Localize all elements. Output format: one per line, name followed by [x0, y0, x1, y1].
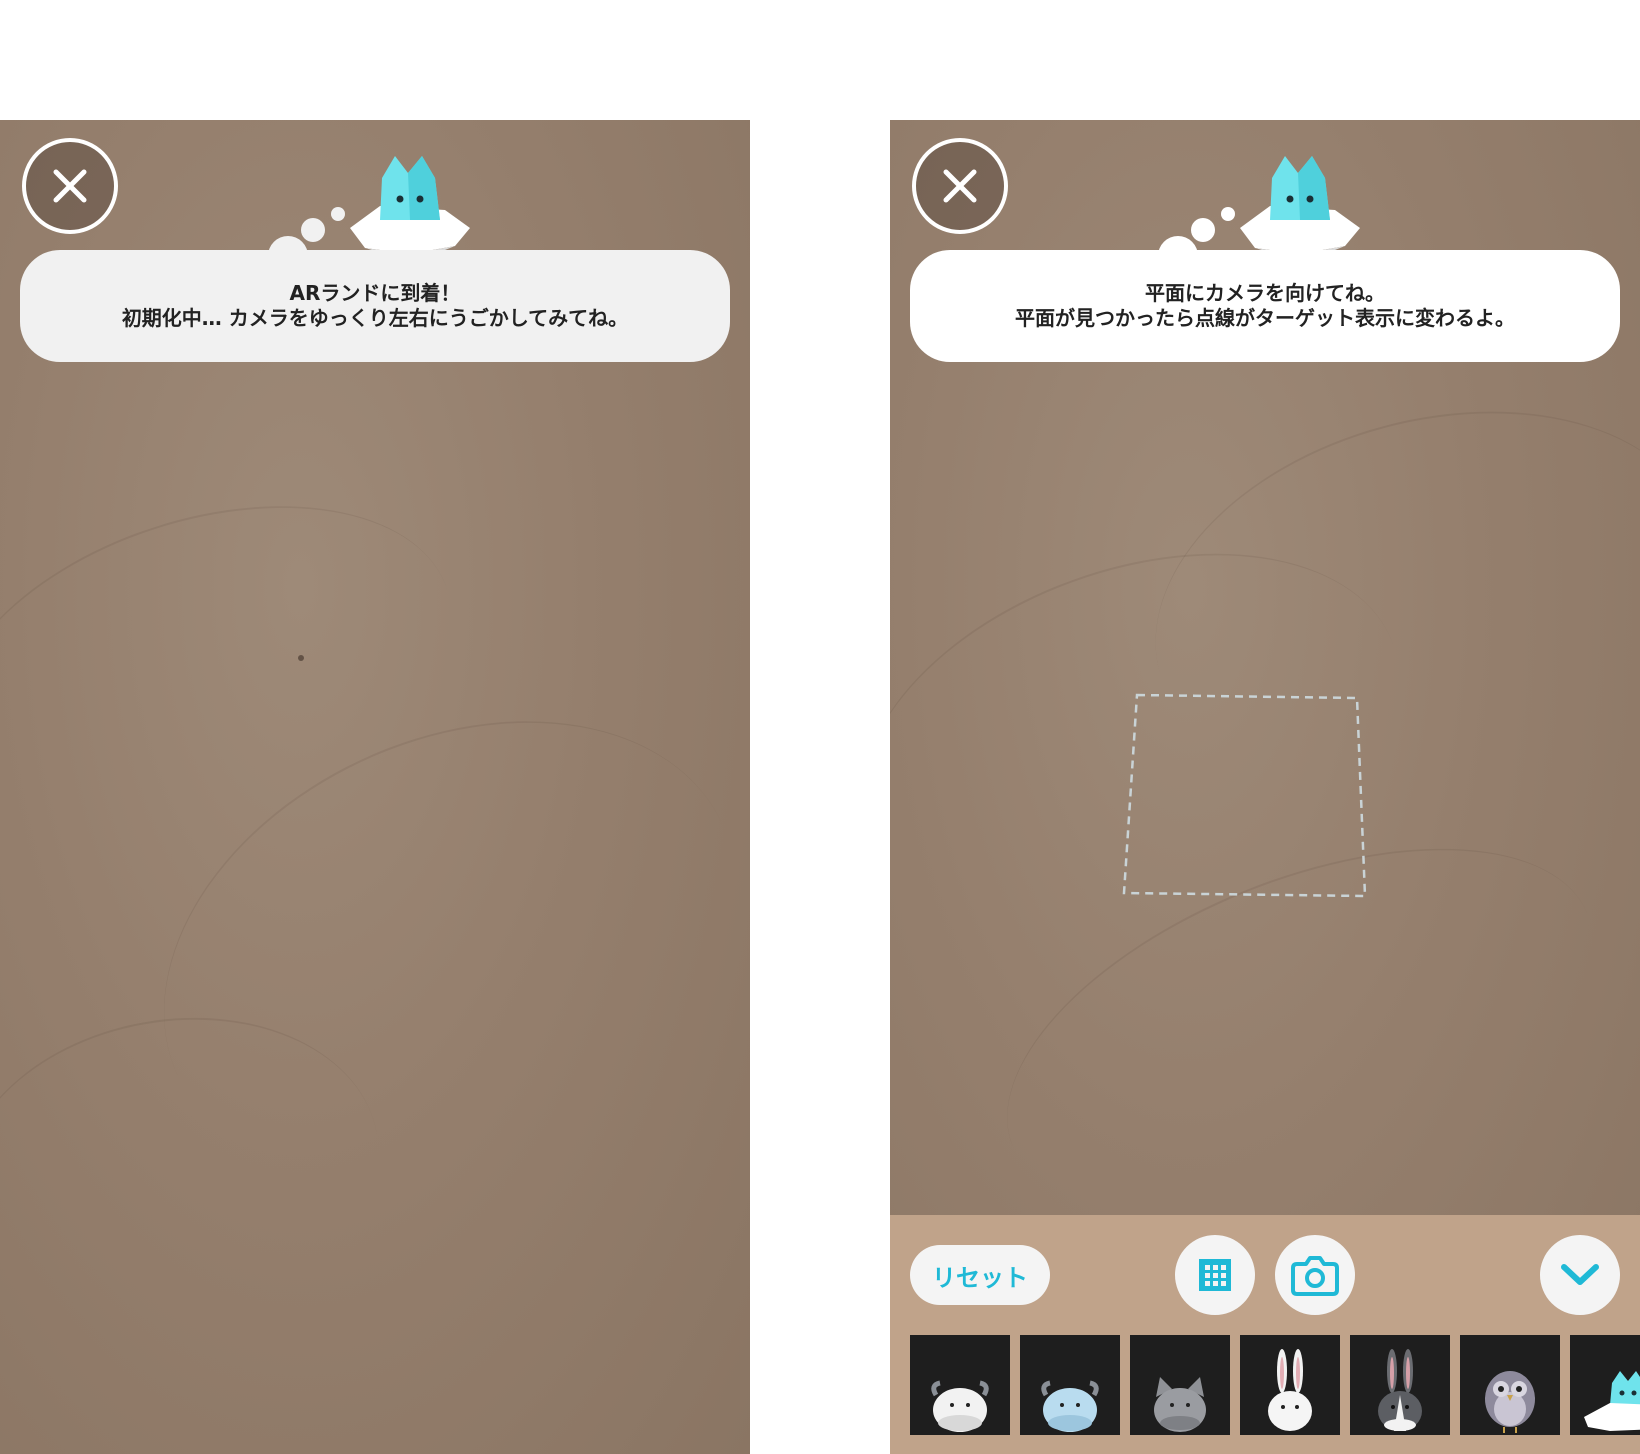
dutch-rabbit-icon: [1378, 1349, 1422, 1431]
owl-icon: [1485, 1371, 1535, 1433]
surface-speck: [298, 655, 304, 661]
instruction-bubble: 平面にカメラを向けてね。 平面が見つかったら点線がターゲット表示に変わるよ。: [910, 250, 1620, 362]
white-rabbit-icon: [1268, 1349, 1312, 1431]
instruction-line-2: 初期化中… カメラをゆっくり左右にうごかしてみてね。: [121, 306, 629, 330]
cat-on-cloud-icon: [268, 156, 470, 258]
gray-cat-icon: [1154, 1377, 1206, 1432]
ar-plane-detection-screen: 平面にカメラを向けてね。 平面が見つかったら点線がターゲット表示に変わるよ。 リ…: [890, 120, 1640, 1454]
camera-button[interactable]: [1275, 1235, 1355, 1315]
ar-initializing-screen: ARランドに到着！ 初期化中… カメラをゆっくり左右にうごかしてみてね。: [0, 120, 750, 1454]
close-button[interactable]: [912, 138, 1008, 234]
character-thumb-dutch-rabbit[interactable]: [1350, 1335, 1450, 1435]
character-thumb-owl[interactable]: [1460, 1335, 1560, 1435]
character-picker[interactable]: [910, 1335, 1640, 1435]
blue-yak-icon: [1041, 1380, 1099, 1432]
chevron-down-icon: [1561, 1264, 1599, 1285]
instruction-line-1: 平面にカメラを向けてね。: [1145, 281, 1385, 305]
plane-detection-dashed-frame: [1122, 693, 1367, 898]
bottom-toolbar: リセット: [890, 1215, 1640, 1454]
camera-icon: [1291, 1256, 1339, 1296]
character-thumb-white-yak[interactable]: [910, 1335, 1010, 1435]
character-thumb-cat-on-cloud[interactable]: [1570, 1335, 1640, 1435]
cat-on-cloud-icon: [1584, 1371, 1640, 1431]
character-thumb-white-rabbit[interactable]: [1240, 1335, 1340, 1435]
grid-icon: [1199, 1259, 1231, 1291]
reset-button[interactable]: リセット: [910, 1245, 1050, 1305]
character-thumb-gray-cat[interactable]: [1130, 1335, 1230, 1435]
instruction-line-2: 平面が見つかったら点線がターゲット表示に変わるよ。: [1015, 306, 1515, 330]
white-yak-icon: [931, 1380, 989, 1432]
cat-on-cloud-icon: [1158, 156, 1360, 258]
close-button[interactable]: [22, 138, 118, 234]
character-thumb-blue-yak[interactable]: [1020, 1335, 1120, 1435]
instruction-line-1: ARランドに到着！: [289, 281, 461, 305]
collapse-toolbar-button[interactable]: [1540, 1235, 1620, 1315]
close-icon: [53, 169, 87, 203]
close-icon: [943, 169, 977, 203]
instruction-bubble: ARランドに到着！ 初期化中… カメラをゆっくり左右にうごかしてみてね。: [20, 250, 730, 362]
grid-button[interactable]: [1175, 1235, 1255, 1315]
